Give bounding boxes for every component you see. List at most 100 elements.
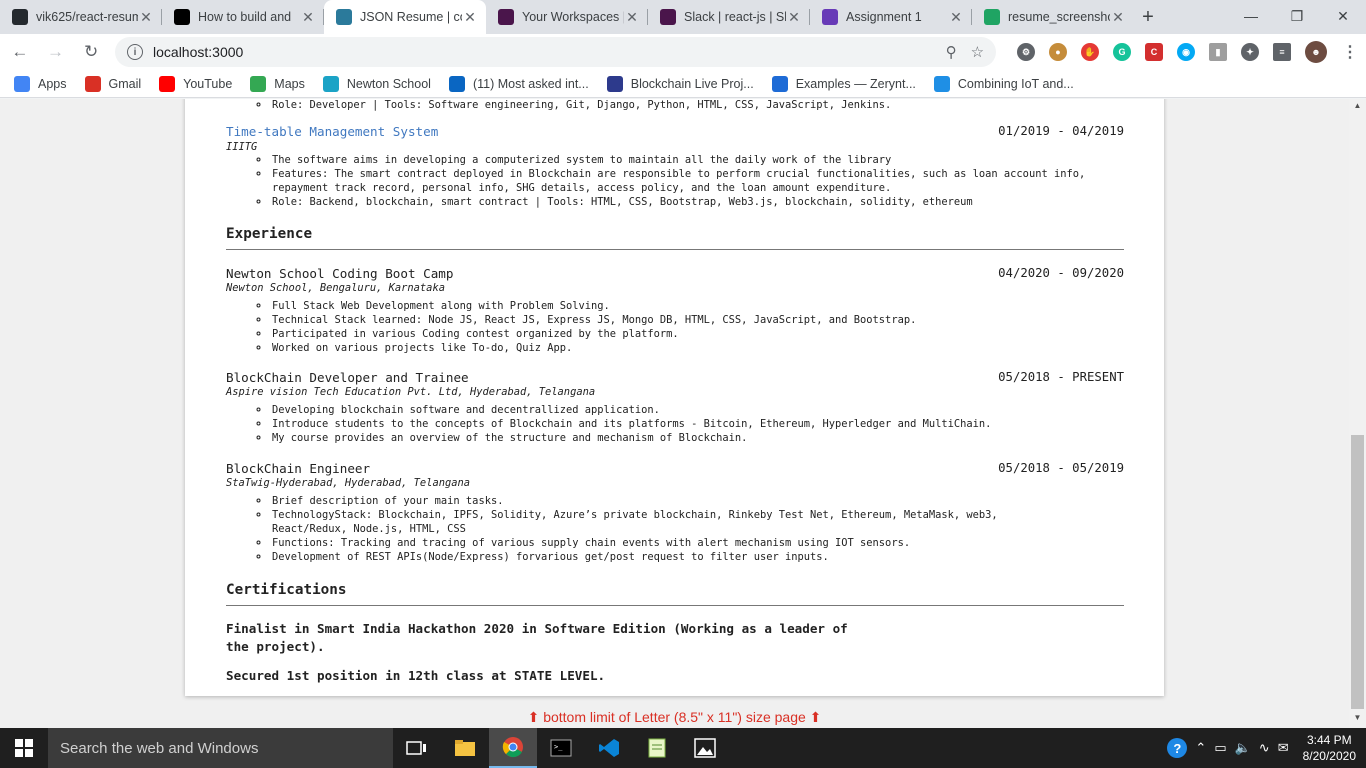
close-tab-icon[interactable]: ✕ — [624, 9, 640, 26]
bookmark-label: YouTube — [183, 76, 233, 91]
url-text[interactable]: localhost:3000 — [153, 44, 932, 60]
cookie-extension-icon[interactable]: ● — [1049, 43, 1068, 61]
experience-entry: BlockChain Developer and Trainee 05/2018 … — [185, 370, 1164, 445]
browser-tab[interactable]: Your Workspaces | ✕ — [486, 0, 648, 34]
browser-toolbar: ← → ↻ i localhost:3000 ⚲ ☆ ⚙ ● ✋ G C ◉ ▮… — [0, 34, 1366, 70]
minimize-icon[interactable]: — — [1228, 0, 1274, 32]
new-tab-button[interactable]: + — [1134, 0, 1162, 34]
browser-tab[interactable]: Assignment 1 ✕ — [810, 0, 972, 34]
forms-icon — [822, 9, 838, 25]
photos-icon[interactable] — [681, 728, 729, 768]
settings-extension-icon[interactable]: ⚙ — [1017, 43, 1036, 61]
entry-header: BlockChain Engineer 05/2018 - 05/2019 — [226, 461, 1124, 476]
vertical-scrollbar[interactable]: ▲ ▼ — [1349, 99, 1366, 728]
bookmark-item[interactable]: YouTube — [159, 75, 233, 92]
taskbar-search-box[interactable]: Search the web and Windows — [48, 728, 393, 768]
job-org: Newton School, Bengaluru, Karnataka — [226, 282, 445, 294]
forward-icon[interactable]: → — [40, 36, 72, 68]
close-tab-icon[interactable]: ✕ — [300, 9, 316, 26]
tab-title: Assignment 1 — [846, 10, 922, 24]
windows-start-icon[interactable] — [0, 728, 48, 768]
list-item: Brief description of your main tasks. — [270, 494, 1054, 508]
certifications-list: Finalist in Smart India Hackathon 2020 i… — [185, 620, 1164, 696]
scrollbar-thumb[interactable] — [1351, 435, 1364, 709]
system-tray: ? ⌃ ▭ 🔈 ∿ ✉ 3:44 PM 8/20/2020 — [1163, 732, 1366, 764]
tab-title: Slack | react-js | Sl — [684, 10, 786, 24]
bookmark-star-icon[interactable]: ☆ — [971, 43, 984, 61]
close-tab-icon[interactable]: ✕ — [1110, 9, 1126, 26]
profile-avatar[interactable]: ☻ — [1305, 41, 1328, 63]
list-item: Participated in various Coding contest o… — [270, 327, 1054, 341]
job-bullets: Brief description of your main tasks.Tec… — [270, 494, 1164, 564]
vpn-extension-icon[interactable]: ◉ — [1177, 43, 1196, 61]
list-item: Full Stack Web Development along with Pr… — [270, 299, 1054, 313]
terminal-icon[interactable]: >_ — [537, 728, 585, 768]
puzzle-extensions-icon[interactable]: ✦ — [1241, 43, 1260, 61]
back-icon[interactable]: ← — [4, 36, 36, 68]
clock-time: 3:44 PM — [1306, 733, 1352, 747]
site-info-icon[interactable]: i — [127, 44, 144, 60]
reading-list-icon[interactable]: ≡ — [1273, 43, 1292, 61]
adblock-extension-icon[interactable]: ✋ — [1081, 43, 1100, 61]
grammarly-extension-icon[interactable]: G — [1113, 43, 1132, 61]
windows-taskbar: Search the web and Windows >_ ? ⌃ ▭ 🔈 ∿ … — [0, 728, 1366, 768]
close-tab-icon[interactable]: ✕ — [786, 9, 802, 26]
bookmark-item[interactable]: (11) Most asked int... — [448, 75, 589, 92]
close-tab-icon[interactable]: ✕ — [948, 9, 964, 26]
bookmark-label: (11) Most asked int... — [472, 76, 589, 91]
page-limit-note: ⬆ bottom limit of Letter (8.5" x 11") si… — [527, 709, 822, 725]
list-item: The software aims in developing a comput… — [270, 153, 1104, 167]
project-section: Time-table Management System 01/2019 - 0… — [185, 124, 1164, 209]
job-title: Newton School Coding Boot Camp — [226, 266, 454, 281]
bookmark-item[interactable]: Blockchain Live Proj... — [606, 75, 754, 92]
bookmark-label: Blockchain Live Proj... — [630, 76, 754, 91]
bookmark-item[interactable]: Combining IoT and... — [933, 75, 1074, 92]
taskbar-clock[interactable]: 3:44 PM 8/20/2020 — [1303, 732, 1356, 764]
browser-tab[interactable]: JSON Resume | co ✕ — [324, 0, 486, 34]
close-tab-icon[interactable]: ✕ — [138, 9, 154, 26]
scroll-up-arrow-icon[interactable]: ▲ — [1349, 101, 1366, 115]
help-icon[interactable]: ? — [1167, 738, 1188, 758]
cors-extension-icon[interactable]: C — [1145, 43, 1164, 61]
notification-icon[interactable]: ✉ — [1278, 740, 1289, 756]
chevron-up-icon[interactable]: ⌃ — [1195, 740, 1206, 756]
address-bar[interactable]: i localhost:3000 ⚲ ☆ — [115, 37, 997, 67]
job-title: BlockChain Developer and Trainee — [226, 370, 469, 385]
chrome-icon[interactable] — [489, 728, 537, 768]
bookmark-label: Maps — [274, 76, 305, 91]
page-viewport: Role: Developer | Tools: Software engine… — [0, 99, 1349, 728]
project-title-link[interactable]: Time-table Management System — [226, 124, 438, 139]
job-bullets: Developing blockchain software and decen… — [270, 403, 1164, 445]
vscode-icon[interactable] — [585, 728, 633, 768]
job-bullets: Full Stack Web Development along with Pr… — [270, 299, 1164, 355]
file-explorer-icon[interactable] — [441, 728, 489, 768]
menu-kebab-icon[interactable]: ⋮ — [1341, 43, 1359, 61]
browser-tab[interactable]: How to build and ✕ — [162, 0, 324, 34]
zoom-icon[interactable]: ⚲ — [946, 43, 957, 61]
reload-icon[interactable]: ↻ — [75, 36, 107, 68]
bookmark-label: Gmail — [108, 76, 142, 91]
job-org: Aspire vision Tech Education Pvt. Ltd, H… — [226, 386, 596, 398]
prev-project-bullets: Role: Developer | Tools: Software engine… — [270, 99, 1164, 112]
volume-icon[interactable]: 🔈 — [1235, 740, 1251, 756]
bookmark-item[interactable]: Apps — [14, 75, 67, 92]
list-item: Developing blockchain software and decen… — [270, 403, 1054, 417]
bookmark-item[interactable]: Maps — [250, 75, 305, 92]
notepad-plus-icon[interactable] — [633, 728, 681, 768]
scroll-down-arrow-icon[interactable]: ▼ — [1349, 713, 1366, 727]
bookmark-item[interactable]: Examples — Zerynt... — [771, 75, 916, 92]
battery-icon[interactable]: ▭ — [1214, 740, 1226, 756]
close-tab-icon[interactable]: ✕ — [462, 9, 478, 26]
bookmark-item[interactable]: Newton School — [322, 75, 431, 92]
close-window-icon[interactable]: ✕ — [1320, 0, 1366, 32]
browser-tab[interactable]: vik625/react-resum ✕ — [0, 0, 162, 34]
bookmark-item[interactable]: Gmail — [84, 75, 142, 92]
browser-tab[interactable]: Slack | react-js | Sl ✕ — [648, 0, 810, 34]
maximize-icon[interactable]: ❐ — [1274, 0, 1320, 32]
metrics-extension-icon[interactable]: ▮ — [1209, 43, 1228, 61]
medium-icon — [174, 9, 190, 25]
task-view-icon[interactable] — [393, 728, 441, 768]
job-date: 05/2018 - PRESENT — [998, 370, 1124, 384]
browser-tab[interactable]: resume_screensho ✕ — [972, 0, 1134, 34]
wifi-icon[interactable]: ∿ — [1259, 740, 1270, 756]
